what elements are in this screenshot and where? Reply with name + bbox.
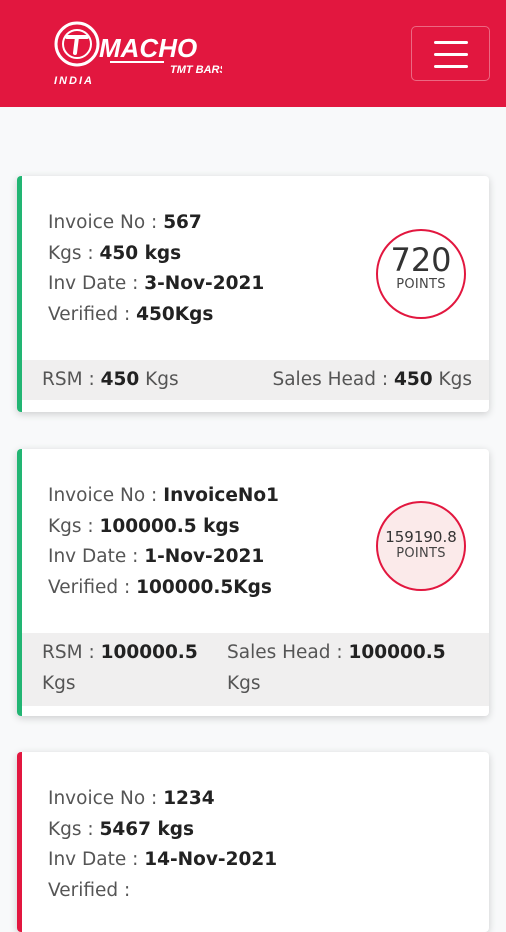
invoice-details: Invoice No : InvoiceNo1 Kgs : 100000.5 k…: [48, 481, 279, 603]
sales-head-approval: Sales Head : 100000.5 Kgs: [227, 637, 467, 699]
kgs-row: Kgs : 100000.5 kgs: [48, 512, 279, 543]
kgs-label: Kgs :: [48, 515, 94, 537]
verified-row: Verified :: [48, 876, 277, 907]
sales-head-approval: Sales Head : 450 Kgs: [272, 364, 472, 395]
hamburger-menu-icon-bar: [434, 65, 468, 68]
brand-name: MACHO: [99, 33, 197, 63]
hamburger-menu-icon-bar: [434, 53, 468, 56]
invoice-no-value: 1234: [163, 788, 215, 809]
status-stripe: [17, 752, 22, 932]
menu-toggle-button[interactable]: [411, 26, 490, 81]
invoice-no-row: Invoice No : 567: [48, 208, 264, 239]
rsm-value: 100000.5: [100, 642, 198, 663]
verified-row: Verified : 100000.5Kgs: [48, 573, 279, 604]
sales-head-value: 450: [393, 369, 433, 390]
sales-head-unit: Kgs: [438, 369, 472, 390]
verified-value: 450Kgs: [136, 303, 214, 325]
brand-region: INDIA: [54, 75, 94, 86]
approval-footer: RSM : 100000.5 Kgs Sales Head : 100000.5…: [22, 633, 489, 706]
invoice-no-value: InvoiceNo1: [163, 485, 279, 506]
sales-head-label: Sales Head :: [272, 369, 389, 390]
kgs-label: Kgs :: [48, 818, 94, 840]
inv-date-label: Inv Date :: [48, 273, 139, 294]
invoice-card[interactable]: Invoice No : InvoiceNo1 Kgs : 100000.5 k…: [17, 449, 489, 716]
inv-date-row: Inv Date : 3-Nov-2021: [48, 269, 264, 300]
invoice-card[interactable]: Invoice No : 567 Kgs : 450 kgs Inv Date …: [17, 176, 489, 412]
verified-value: 100000.5Kgs: [136, 576, 272, 598]
brand-tagline: TMT BARS: [170, 64, 222, 76]
kgs-row: Kgs : 5467 kgs: [48, 815, 277, 846]
app-header: MACHO TMT BARS INDIA: [0, 0, 506, 107]
verified-label: Verified :: [48, 303, 131, 325]
points-badge: 159190.8 POINTS: [376, 501, 466, 591]
kgs-row: Kgs : 450 kgs: [48, 239, 264, 270]
hamburger-menu-icon: [434, 41, 468, 44]
verified-row: Verified : 450Kgs: [48, 300, 264, 331]
invoice-no-label: Invoice No :: [48, 788, 158, 809]
inv-date-value: 3-Nov-2021: [144, 273, 265, 294]
invoice-no-row: Invoice No : InvoiceNo1: [48, 481, 279, 512]
rsm-label: RSM :: [42, 642, 95, 663]
rsm-unit: Kgs: [42, 673, 76, 694]
rsm-value: 450: [100, 369, 140, 390]
invoice-no-row: Invoice No : 1234: [48, 784, 277, 815]
kgs-label: Kgs :: [48, 242, 94, 264]
points-label: POINTS: [396, 277, 446, 292]
inv-date-label: Inv Date :: [48, 546, 139, 567]
rsm-approval: RSM : 100000.5 Kgs: [42, 637, 212, 699]
kgs-value: 5467 kgs: [99, 818, 195, 840]
kgs-value: 450 kgs: [99, 242, 182, 264]
inv-date-value: 14-Nov-2021: [144, 849, 278, 870]
points-value: 159190.8: [385, 528, 457, 546]
approval-footer: RSM : 450 Kgs Sales Head : 450 Kgs: [22, 360, 489, 400]
invoice-no-label: Invoice No :: [48, 212, 158, 233]
rsm-approval: RSM : 450 Kgs: [42, 369, 179, 390]
kgs-value: 100000.5 kgs: [99, 515, 240, 537]
inv-date-label: Inv Date :: [48, 849, 139, 870]
points-label: POINTS: [396, 546, 446, 561]
points-badge: 720 POINTS: [376, 229, 466, 319]
invoice-card[interactable]: Invoice No : 1234 Kgs : 5467 kgs Inv Dat…: [17, 752, 489, 932]
verified-label: Verified :: [48, 879, 131, 901]
points-value: 720: [390, 241, 452, 279]
invoice-details: Invoice No : 1234 Kgs : 5467 kgs Inv Dat…: [48, 784, 277, 906]
rsm-unit: Kgs: [145, 369, 179, 390]
inv-date-value: 1-Nov-2021: [144, 546, 265, 567]
invoice-details: Invoice No : 567 Kgs : 450 kgs Inv Date …: [48, 208, 264, 330]
inv-date-row: Inv Date : 1-Nov-2021: [48, 542, 279, 573]
inv-date-row: Inv Date : 14-Nov-2021: [48, 845, 277, 876]
invoice-no-label: Invoice No :: [48, 485, 158, 506]
macho-tmt-logo[interactable]: MACHO TMT BARS INDIA: [52, 20, 222, 86]
rsm-label: RSM :: [42, 369, 95, 390]
invoice-no-value: 567: [163, 212, 202, 233]
verified-label: Verified :: [48, 576, 131, 598]
sales-head-unit: Kgs: [227, 673, 261, 694]
sales-head-label: Sales Head :: [227, 642, 343, 663]
sales-head-value: 100000.5: [348, 642, 446, 663]
